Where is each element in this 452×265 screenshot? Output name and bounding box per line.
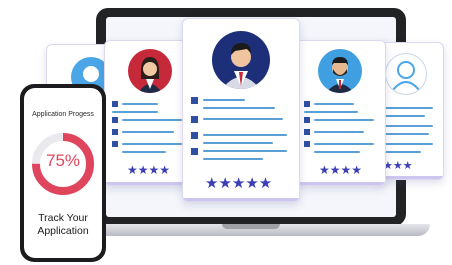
- resume-card-right[interactable]: ★★★★: [296, 40, 386, 186]
- star-rating: ★★★: [383, 160, 413, 172]
- user-avatar-icon: [128, 49, 172, 93]
- user-avatar-icon: [212, 31, 270, 89]
- progress-percent: 75%: [45, 151, 81, 170]
- star-rating: ★★★★★: [205, 175, 273, 192]
- user-avatar-icon: [318, 49, 362, 93]
- phone-caption: Track Your Application: [24, 212, 102, 238]
- phone-caption-line1: Track Your: [38, 212, 88, 224]
- laptop-notch: [222, 224, 280, 229]
- star-rating: ★★★★: [127, 163, 171, 177]
- phone-title: Application Progess: [32, 111, 94, 118]
- user-avatar-icon: [385, 53, 427, 95]
- phone-caption-line2: Application: [37, 225, 89, 237]
- star-rating: ★★★★: [319, 163, 363, 177]
- resume-card-center[interactable]: ★★★★★: [182, 18, 300, 202]
- resume-card-left[interactable]: ★★★★: [104, 40, 194, 186]
